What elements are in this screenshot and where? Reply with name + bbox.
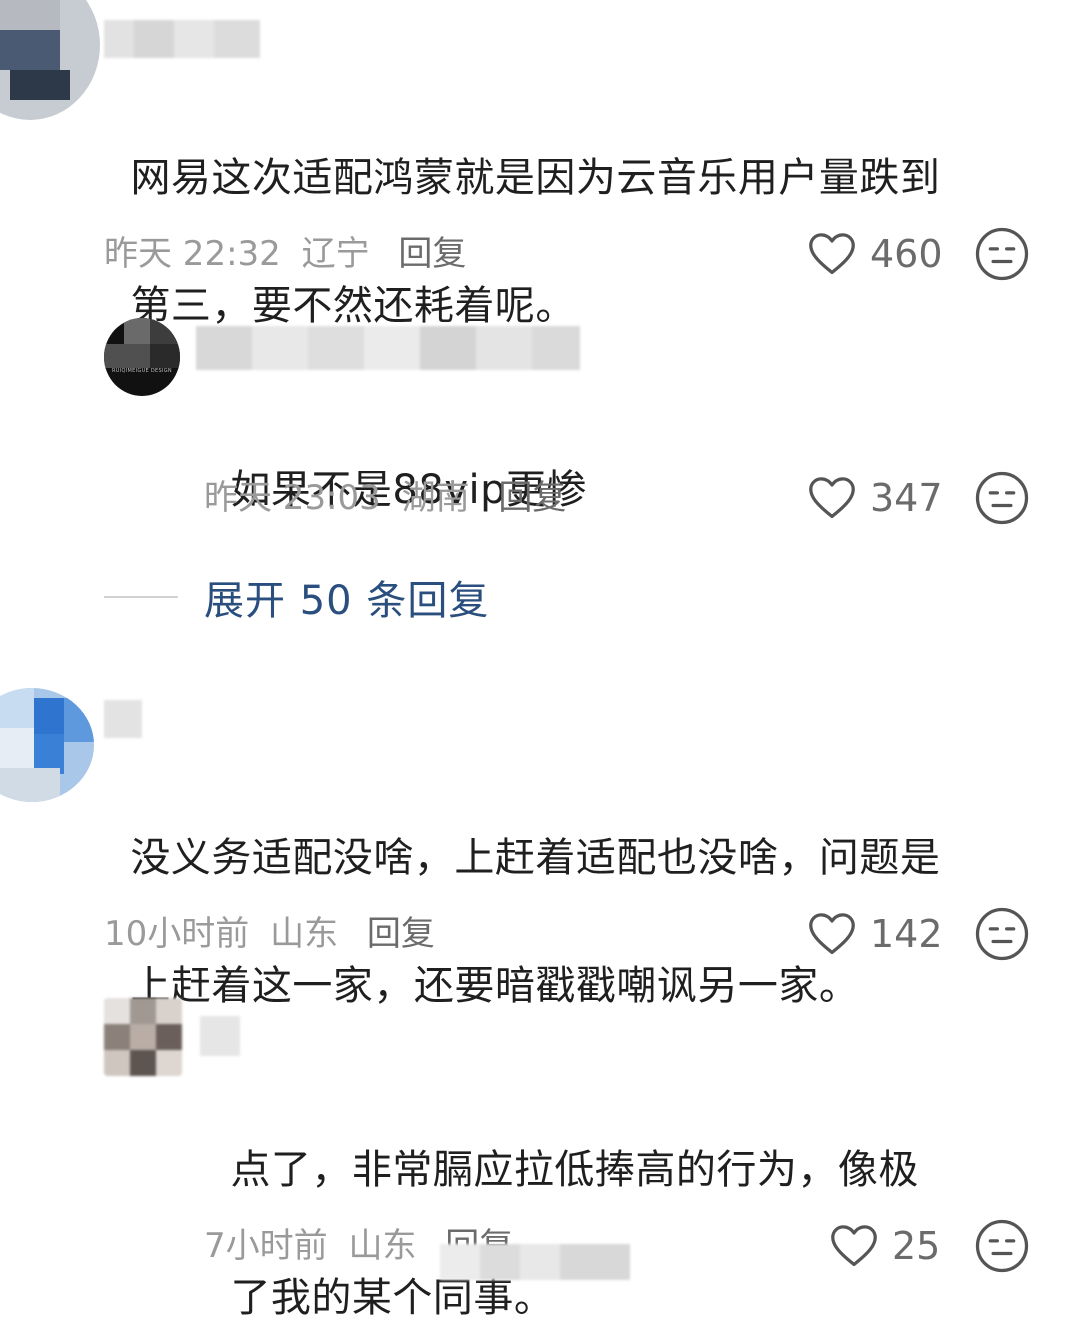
reply-text: 点了，非常膈应拉低捧高的行为，像极 了我的某个同事。 — [204, 1074, 919, 1330]
comment-text-line: 没义务适配没啥，上赶着适配也没啥，问题是 — [130, 835, 941, 881]
reply-text-line: 了我的某个同事。 — [230, 1275, 555, 1321]
username-redacted[interactable] — [104, 700, 142, 738]
comment-meta: 昨天 22:32 辽宁 回复 — [104, 234, 466, 274]
username-redacted[interactable] — [196, 326, 580, 370]
username-redacted[interactable] — [200, 1016, 240, 1056]
like-button[interactable]: 460 — [806, 226, 943, 282]
like-count: 25 — [892, 1224, 941, 1268]
location: 辽宁 — [301, 234, 370, 274]
heart-outline-icon — [831, 1225, 877, 1267]
location: 湖南 — [401, 478, 470, 518]
comment-text: 网易这次适配鸿蒙就是因为云音乐用户量跌到 第三，要不然还耗着呢。 — [104, 82, 940, 338]
comment-text-line: 网易这次适配鸿蒙就是因为云音乐用户量跌到 — [130, 155, 941, 201]
timestamp: 7小时前 — [204, 1226, 328, 1266]
reply-meta: 昨天 23:03 湖南 回复 — [204, 478, 566, 518]
unamused-face-icon[interactable] — [974, 1218, 1030, 1274]
location: 山东 — [270, 914, 339, 954]
comment-text-line: 上赶着这一家，还要暗戳戳嘲讽另一家。 — [130, 963, 860, 1009]
timestamp: 昨天 23:03 — [204, 478, 381, 518]
username-redacted[interactable] — [104, 20, 260, 58]
avatar-caption: RUIQIMEIGUE DESIGN — [112, 368, 172, 374]
like-button[interactable]: 347 — [806, 470, 943, 526]
avatar[interactable] — [0, 0, 100, 120]
heart-outline-icon — [809, 233, 855, 275]
watermark-redacted — [440, 1244, 630, 1280]
like-count: 142 — [870, 912, 943, 956]
like-count: 347 — [870, 476, 943, 520]
expand-replies-label: 展开 50 条回复 — [204, 578, 490, 624]
reply-text-line: 点了，非常膈应拉低捧高的行为，像极 — [230, 1147, 919, 1193]
like-button[interactable]: 142 — [806, 906, 943, 962]
unamused-face-icon[interactable] — [974, 470, 1030, 526]
reply-button[interactable]: 回复 — [367, 914, 435, 954]
divider — [104, 596, 178, 598]
reply-avatar[interactable] — [104, 998, 182, 1076]
heart-outline-icon — [809, 477, 855, 519]
like-count: 460 — [870, 232, 943, 276]
unamused-face-icon[interactable] — [974, 226, 1030, 282]
location: 山东 — [348, 1226, 417, 1266]
timestamp: 10小时前 — [104, 914, 250, 954]
comment-text-line: 第三，要不然还耗着呢。 — [130, 283, 576, 329]
reply-button[interactable]: 回复 — [498, 478, 566, 518]
comment-text: 没义务适配没啥，上赶着适配也没啥，问题是 上赶着这一家，还要暗戳戳嘲讽另一家。 — [104, 762, 940, 1018]
like-button[interactable]: 25 — [828, 1218, 940, 1274]
timestamp: 昨天 22:32 — [104, 234, 281, 274]
comment-meta: 10小时前 山东 回复 — [104, 914, 435, 954]
unamused-face-icon[interactable] — [974, 906, 1030, 962]
heart-outline-icon — [809, 913, 855, 955]
avatar[interactable] — [0, 688, 94, 802]
reply-button[interactable]: 回复 — [398, 234, 466, 274]
reply-avatar[interactable]: RUIQIMEIGUE DESIGN — [104, 318, 180, 396]
expand-replies-button[interactable]: 展开 50 条回复 — [104, 572, 489, 624]
